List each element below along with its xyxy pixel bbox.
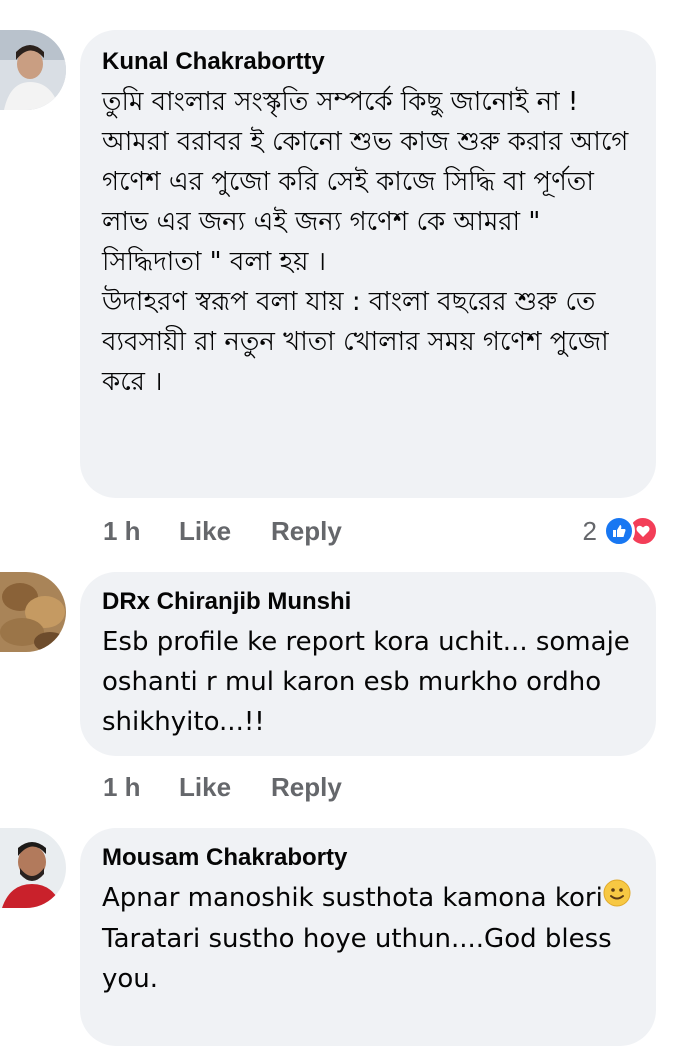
like-icon	[603, 515, 635, 547]
reply-button[interactable]: Reply	[271, 516, 342, 547]
comment-bubble: Mousam Chakraborty Apnar manoshik sustho…	[80, 828, 656, 1046]
comment-author[interactable]: DRx Chiranjib Munshi	[102, 586, 634, 618]
comment-actions: 1 h Like Reply	[103, 511, 342, 551]
reply-button[interactable]: Reply	[271, 772, 342, 803]
comment-text: Esb profile ke report kora uchit... soma…	[102, 622, 634, 742]
comment-timestamp[interactable]: 1 h	[103, 772, 179, 803]
comment-bubble: Kunal Chakrabortty তুমি বাংলার সংস্কৃতি …	[80, 30, 656, 498]
comment-paragraph: Taratari sustho hoye uthun....God bless …	[102, 923, 612, 994]
reaction-count: 2	[582, 515, 597, 546]
comment-paragraph: Apnar manoshik susthota kamona kori	[102, 878, 634, 919]
avatar[interactable]	[0, 572, 66, 652]
like-button[interactable]: Like	[179, 516, 271, 547]
comment-paragraph: Esb profile ke report kora uchit... soma…	[102, 627, 630, 737]
comment-text: Apnar manoshik susthota kamona kori Tara…	[102, 878, 634, 999]
like-button[interactable]: Like	[179, 772, 271, 803]
reaction-summary[interactable]: 2	[583, 511, 659, 551]
comment-paragraph: আমরা বরাবর ই কোনো শুভ কাজ শুরু করার আগে …	[102, 127, 629, 277]
comment-timestamp[interactable]: 1 h	[103, 516, 179, 547]
comment-paragraph-text: Apnar manoshik susthota kamona kori	[102, 883, 603, 913]
avatar[interactable]	[0, 828, 66, 908]
comment-actions: 1 h Like Reply	[103, 767, 342, 807]
comment-author[interactable]: Kunal Chakrabortty	[102, 46, 634, 78]
slightly-smiling-face-emoji	[603, 879, 631, 919]
comment-paragraph: তুমি বাংলার সংস্কৃতি সম্পর্কে কিছু জানোই…	[102, 87, 579, 117]
comment-author[interactable]: Mousam Chakraborty	[102, 842, 634, 874]
comment-paragraph: উদাহরণ স্বরূপ বলা যায় : বাংলা বছরের শুর…	[102, 287, 609, 397]
avatar[interactable]	[0, 30, 66, 110]
comment-bubble: DRx Chiranjib Munshi Esb profile ke repo…	[80, 572, 656, 756]
comment-text: তুমি বাংলার সংস্কৃতি সম্পর্কে কিছু জানোই…	[102, 82, 634, 402]
